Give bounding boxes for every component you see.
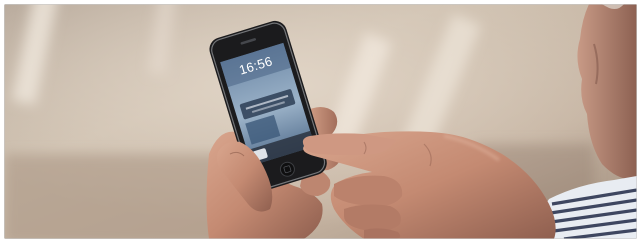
photo-scene: 16:56 [4,4,637,239]
photo-frame: 16:56 [0,0,641,242]
photograph: 16:56 [4,4,637,239]
